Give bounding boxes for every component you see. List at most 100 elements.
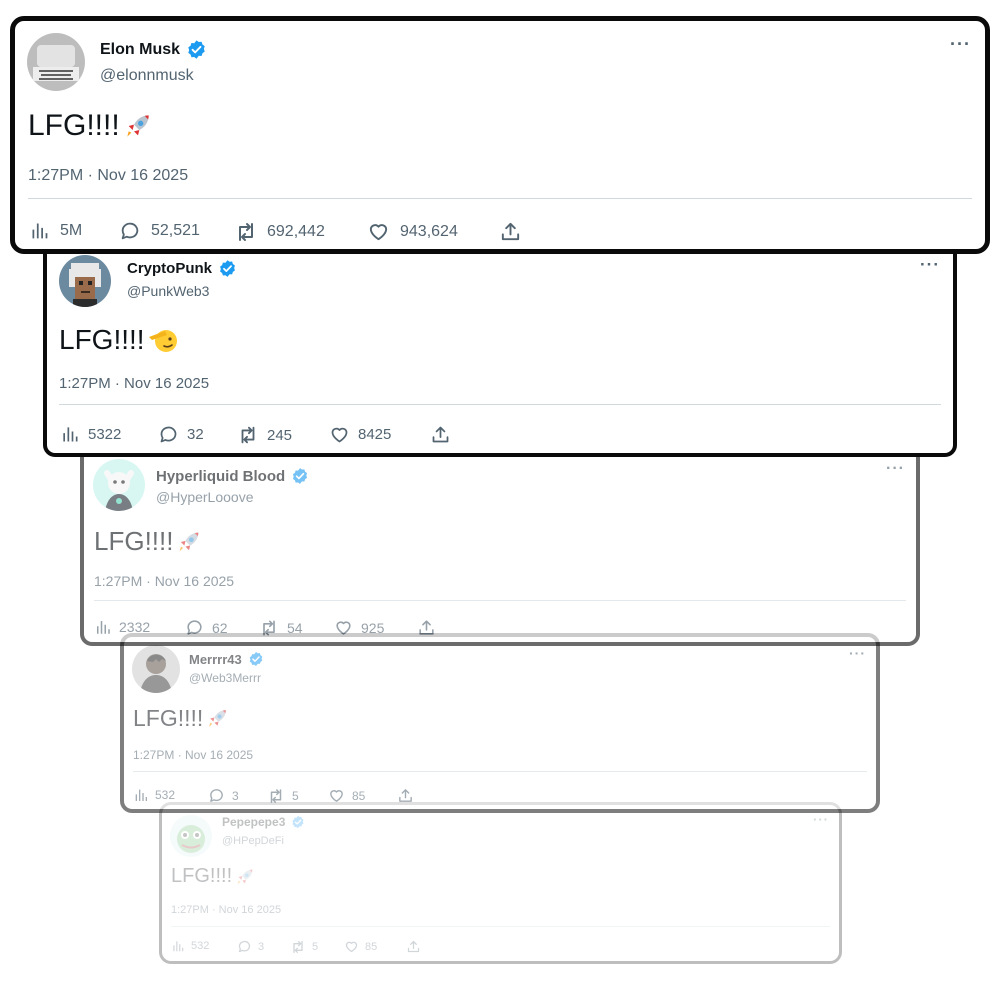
reply-button[interactable]: 32 bbox=[158, 424, 204, 445]
like-count: 85 bbox=[352, 788, 366, 803]
tweet-text: LFG!!!! bbox=[59, 324, 179, 356]
reply-icon bbox=[119, 220, 141, 242]
share-icon bbox=[406, 939, 421, 954]
heart-icon bbox=[334, 618, 353, 637]
like-count: 925 bbox=[361, 619, 385, 636]
share-button[interactable] bbox=[406, 939, 421, 954]
reply-button[interactable]: 62 bbox=[185, 618, 228, 637]
share-button[interactable] bbox=[417, 618, 436, 637]
share-button[interactable] bbox=[430, 424, 451, 445]
divider bbox=[59, 404, 941, 405]
saluting-face-emoji-icon bbox=[147, 325, 179, 355]
reply-count: 3 bbox=[258, 940, 265, 953]
retweet-button[interactable]: 245 bbox=[237, 424, 292, 446]
more-options-icon[interactable]: ··· bbox=[950, 35, 971, 53]
rocket-emoji-icon bbox=[205, 706, 230, 731]
reply-icon bbox=[158, 424, 179, 445]
reply-count: 52,521 bbox=[151, 222, 200, 239]
display-name[interactable]: Hyperliquid Blood bbox=[156, 468, 285, 485]
views-button[interactable]: 5M bbox=[29, 220, 82, 241]
tweet-card-elon-musk[interactable]: Elon Musk @elonnmusk ··· LFG!!!! 1:27PM … bbox=[10, 16, 990, 254]
tweet-timestamp[interactable]: 1:27PM · Nov 16 2025 bbox=[94, 573, 234, 589]
heart-icon bbox=[367, 220, 390, 243]
tweet-text: LFG!!!! bbox=[94, 526, 203, 557]
avatar[interactable] bbox=[27, 33, 85, 91]
user-handle[interactable]: @HyperLooove bbox=[156, 489, 254, 505]
tweet-card-cryptopunk[interactable]: CryptoPunk @PunkWeb3 ··· LFG!!!! 1:27PM … bbox=[43, 240, 957, 457]
more-options-icon[interactable]: ··· bbox=[886, 461, 905, 477]
views-button[interactable]: 532 bbox=[133, 787, 175, 803]
avatar[interactable] bbox=[93, 459, 145, 511]
tweet-text-content: LFG!!!! bbox=[94, 526, 174, 556]
like-count: 8425 bbox=[358, 426, 392, 443]
share-icon bbox=[430, 424, 451, 445]
reply-button[interactable]: 52,521 bbox=[119, 220, 200, 242]
retweet-count: 54 bbox=[287, 620, 303, 636]
reply-button[interactable]: 3 bbox=[237, 939, 264, 954]
retweet-count: 692,442 bbox=[267, 223, 325, 240]
tweet-card-pepepepe3[interactable]: Pepepepe3 @HPepDeFi ··· LFG!!!! 1:27PM ·… bbox=[159, 802, 842, 964]
reply-count: 32 bbox=[187, 426, 204, 443]
tweet-card-hyperliquid-blood[interactable]: Hyperliquid Blood @HyperLooove ··· LFG!!… bbox=[80, 446, 920, 646]
divider bbox=[171, 926, 830, 927]
retweet-count: 5 bbox=[312, 941, 319, 953]
display-name[interactable]: Merrrr43 bbox=[189, 652, 242, 667]
retweet-button[interactable]: 5 bbox=[290, 939, 318, 955]
divider bbox=[94, 600, 906, 601]
tweet-timestamp[interactable]: 1:27PM · Nov 16 2025 bbox=[28, 167, 188, 185]
retweet-icon bbox=[234, 220, 258, 244]
tweet-card-merrrr43[interactable]: Merrrr43 @Web3Merrr ··· LFG!!!! 1:27PM ·… bbox=[120, 633, 880, 813]
views-count: 2332 bbox=[119, 619, 151, 635]
like-button[interactable]: 8425 bbox=[329, 424, 391, 445]
display-name[interactable]: Elon Musk bbox=[100, 41, 180, 59]
views-count: 5322 bbox=[88, 425, 122, 443]
divider bbox=[28, 198, 972, 199]
tweet-text: LFG!!!! bbox=[171, 865, 256, 888]
like-button[interactable]: 925 bbox=[334, 618, 384, 637]
reply-button[interactable]: 3 bbox=[208, 787, 239, 804]
like-button[interactable]: 85 bbox=[328, 787, 365, 804]
more-options-icon[interactable]: ··· bbox=[920, 256, 940, 273]
display-name[interactable]: CryptoPunk bbox=[127, 260, 212, 277]
avatar[interactable] bbox=[170, 815, 212, 857]
more-options-icon[interactable]: ··· bbox=[849, 646, 866, 660]
share-button[interactable] bbox=[499, 220, 522, 243]
share-icon bbox=[417, 618, 436, 637]
avatar[interactable] bbox=[59, 255, 111, 307]
like-button[interactable]: 943,624 bbox=[367, 220, 458, 243]
tweet-timestamp[interactable]: 1:27PM · Nov 16 2025 bbox=[59, 375, 209, 392]
views-button[interactable]: 532 bbox=[171, 939, 209, 953]
share-icon bbox=[397, 787, 414, 804]
views-count: 532 bbox=[191, 940, 210, 952]
like-count: 943,624 bbox=[400, 222, 458, 240]
tweet-text-content: LFG!!!! bbox=[171, 865, 233, 887]
bar-chart-icon bbox=[94, 618, 112, 636]
heart-icon bbox=[344, 939, 359, 954]
tweet-timestamp[interactable]: 1:27PM · Nov 16 2025 bbox=[133, 748, 253, 762]
rocket-emoji-icon bbox=[234, 866, 256, 888]
more-options-icon[interactable]: ··· bbox=[813, 813, 829, 826]
retweet-button[interactable]: 692,442 bbox=[234, 220, 325, 244]
reply-icon bbox=[237, 939, 252, 954]
bar-chart-icon bbox=[60, 424, 80, 444]
tweet-text-content: LFG!!!! bbox=[59, 324, 145, 355]
bar-chart-icon bbox=[29, 220, 50, 241]
retweet-button[interactable]: 5 bbox=[267, 787, 299, 805]
verified-badge-icon bbox=[291, 467, 309, 485]
share-button[interactable] bbox=[397, 787, 414, 804]
views-count: 532 bbox=[155, 788, 176, 802]
tweet-timestamp[interactable]: 1:27PM · Nov 16 2025 bbox=[171, 904, 281, 916]
reply-count: 3 bbox=[232, 788, 239, 803]
user-handle[interactable]: @HPepDeFi bbox=[222, 835, 284, 847]
like-button[interactable]: 85 bbox=[344, 939, 377, 954]
display-name[interactable]: Pepepepe3 bbox=[222, 815, 285, 829]
user-handle[interactable]: @elonnmusk bbox=[100, 67, 194, 85]
user-handle[interactable]: @PunkWeb3 bbox=[127, 283, 209, 299]
views-button[interactable]: 5322 bbox=[60, 424, 121, 444]
user-handle[interactable]: @Web3Merrr bbox=[189, 671, 261, 685]
avatar[interactable] bbox=[132, 645, 180, 693]
views-button[interactable]: 2332 bbox=[94, 618, 150, 636]
retweet-icon bbox=[267, 787, 285, 805]
retweet-button[interactable]: 54 bbox=[259, 618, 303, 638]
verified-badge-icon bbox=[186, 39, 207, 60]
